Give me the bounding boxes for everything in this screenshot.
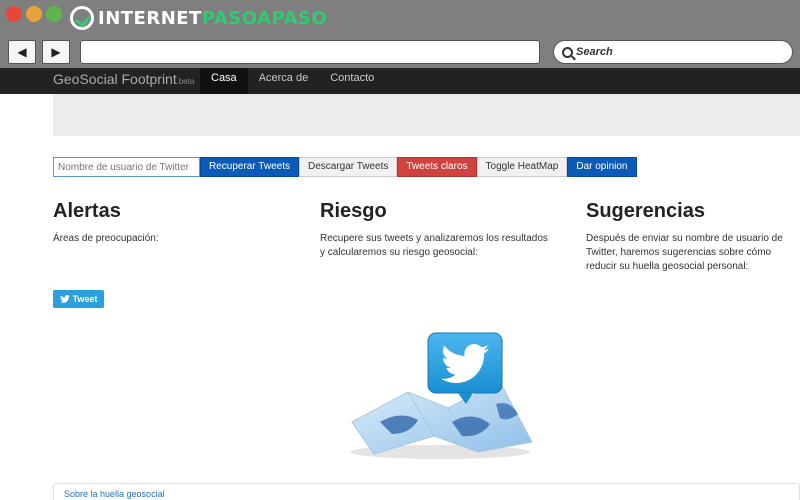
riesgo-text: Recupere sus tweets y analizaremos los r…: [320, 233, 548, 258]
about-footer-panel: Sobre la huella geosocial: [53, 483, 800, 500]
arrow-right-icon: ▶: [51, 45, 61, 59]
address-bar[interactable]: [80, 40, 540, 64]
search-icon: [562, 46, 573, 58]
brand-beta-tag: beta: [178, 77, 195, 86]
watermark-logo: INTERNETPASOAPASO: [70, 5, 327, 31]
sugerencias-text: Después de enviar su nombre de usuario d…: [586, 233, 783, 272]
watermark-text: INTERNETPASOAPASO: [98, 7, 328, 29]
site-menu: Casa Acerca de Contacto: [200, 68, 385, 94]
alertas-text: Áreas de preocupación:: [53, 233, 159, 244]
twitter-map-illustration-icon: [350, 332, 533, 459]
menu-item-acerca-de[interactable]: Acerca de: [248, 68, 320, 94]
menu-item-contacto[interactable]: Contacto: [319, 68, 385, 94]
twitter-username-input[interactable]: [53, 157, 200, 177]
sugerencias-heading: Sugerencias: [586, 200, 705, 222]
browser-search-box[interactable]: Search: [553, 40, 793, 64]
alertas-heading: Alertas: [53, 200, 121, 222]
arrow-left-icon: ◀: [17, 45, 27, 59]
back-button[interactable]: ◀: [8, 40, 36, 64]
screenshot-root: INTERNETPASOAPASO ◀ ▶ Search GeoSocial F…: [0, 0, 800, 500]
forward-button[interactable]: ▶: [42, 40, 70, 64]
site-navbar: GeoSocial Footprint beta Casa Acerca de C…: [0, 68, 800, 94]
toggle-heatmap-button[interactable]: Toggle HeatMap: [476, 157, 568, 177]
close-window-button[interactable]: [6, 6, 22, 22]
riesgo-heading: Riesgo: [320, 200, 387, 222]
map-banner-area: [53, 94, 800, 136]
tweet-share-button[interactable]: Tweet: [53, 290, 104, 308]
descargar-tweets-button[interactable]: Descargar Tweets: [298, 157, 398, 177]
brand-name: GeoSocial Footprint: [53, 71, 177, 87]
checkmark-logo-icon: [70, 6, 94, 30]
tweets-claros-button[interactable]: Tweets claros: [397, 157, 477, 177]
sobre-la-huella-link[interactable]: Sobre la huella geosocial: [64, 489, 165, 499]
tweet-button-label: Tweet: [72, 294, 98, 304]
menu-item-casa[interactable]: Casa: [200, 68, 248, 94]
window-titlebar: INTERNETPASOAPASO: [0, 0, 800, 34]
maximize-window-button[interactable]: [46, 6, 62, 22]
dar-opinion-button[interactable]: Dar opinion: [567, 157, 637, 177]
browser-navbar: ◀ ▶ Search: [0, 34, 800, 68]
recuperar-tweets-button[interactable]: Recuperar Tweets: [200, 157, 299, 177]
tweet-toolbar: Recuperar Tweets Descargar Tweets Tweets…: [53, 157, 637, 177]
search-label: Search: [576, 46, 613, 58]
twitter-bird-icon: [59, 295, 70, 303]
minimize-window-button[interactable]: [26, 6, 42, 22]
site-brand[interactable]: GeoSocial Footprint beta: [53, 71, 194, 87]
